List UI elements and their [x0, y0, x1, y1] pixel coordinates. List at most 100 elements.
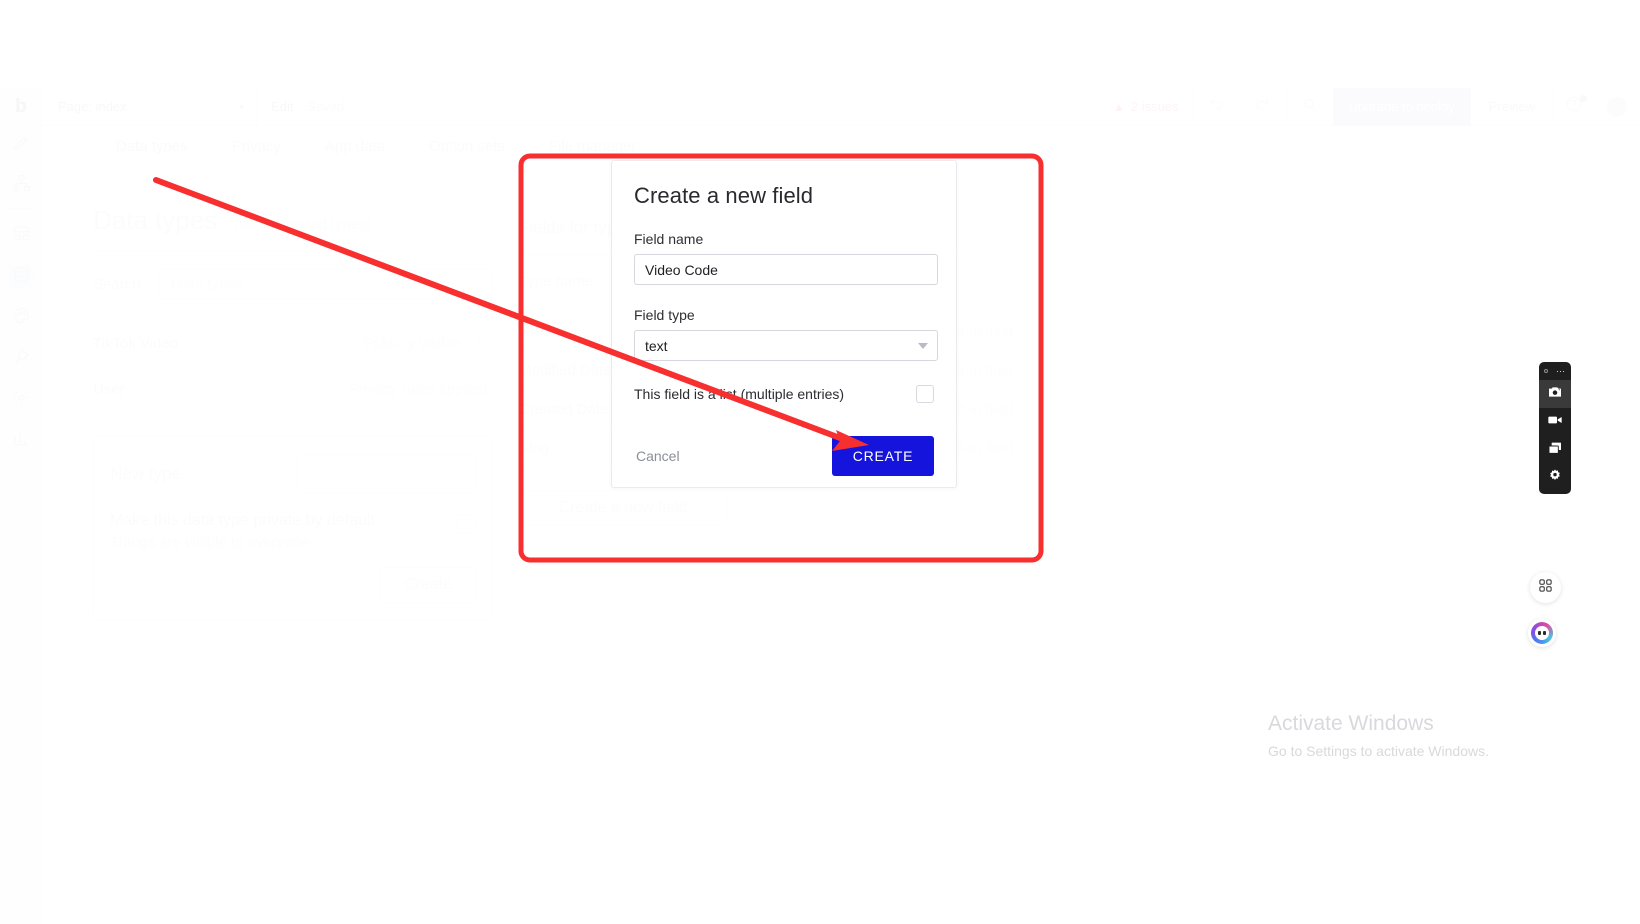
page-selector[interactable]: Page: index ▼ [42, 87, 257, 126]
watermark-subtitle: Go to Settings to activate Windows. [1268, 743, 1489, 759]
video-camera-icon [1547, 412, 1563, 433]
chevron-down-icon [918, 342, 928, 349]
create-a-new-field-button[interactable]: Create a new field [519, 490, 727, 526]
warning-triangle-icon: ▲ [1112, 99, 1125, 114]
sidebar-item-settings[interactable] [9, 388, 33, 412]
backend-workflow-icon [12, 224, 31, 248]
watermark-title: Activate Windows [1268, 712, 1434, 735]
plug-icon [12, 347, 31, 371]
new-type-label: New type [110, 464, 181, 483]
bar-chart-icon [12, 429, 31, 453]
assistant-face [1535, 626, 1549, 640]
data-types-header: Data types (show deleted types) [93, 205, 493, 236]
is-list-checkbox[interactable] [916, 385, 934, 403]
database-icon [12, 265, 31, 289]
top-toolbar: Page: index ▼ Edit Saved ▲ 2 issues Upgr… [42, 87, 1640, 126]
tab-file-manager[interactable]: File manager [527, 138, 659, 155]
field-type-label: Field type [634, 307, 695, 323]
cancel-button[interactable]: Cancel [634, 448, 680, 464]
field-type-value: text [645, 337, 668, 354]
data-type-row-right: Publicly visible [363, 334, 487, 353]
capture-window-button[interactable] [1539, 436, 1571, 464]
screenshot-tool-header[interactable]: ⋯ [1539, 362, 1571, 380]
modal-actions: Cancel CREATE [634, 436, 934, 476]
create-type-row: Create [110, 567, 476, 603]
field-name: Slug [519, 439, 550, 457]
field-name-input[interactable]: Video Code [634, 254, 938, 285]
camera-icon [1547, 384, 1563, 405]
sidebar-item-design[interactable] [9, 133, 33, 157]
data-type-status: Privacy rules applied [348, 381, 487, 398]
sidebar-item-logs[interactable] [9, 429, 33, 453]
new-data-type-box: New type Make this data type private by … [93, 435, 493, 620]
new-type-row: New type [110, 454, 476, 494]
undo-button[interactable] [1194, 88, 1240, 126]
field-name: Modified Date [519, 361, 612, 379]
chevron-down-icon: ▼ [237, 101, 246, 112]
preview-button[interactable]: Preview [1471, 99, 1553, 114]
data-types-panel: Data types (show deleted types) Search D… [93, 205, 493, 620]
table-row[interactable]: TikTok Video Publicly visible [93, 323, 493, 365]
help-button[interactable] [1554, 88, 1594, 126]
tab-privacy[interactable]: Privacy [210, 138, 303, 155]
apps-grid-button[interactable] [1530, 572, 1561, 603]
private-by-default-checkbox[interactable] [456, 514, 476, 534]
sidebar-item-backend[interactable] [9, 224, 33, 248]
data-types-search-row: Search Data types [93, 269, 493, 299]
record-video-button[interactable] [1539, 408, 1571, 436]
tab-data-types[interactable]: Data types [94, 138, 210, 155]
assistant-button[interactable] [1528, 619, 1556, 647]
edit-mode-tab[interactable]: Edit [257, 99, 307, 114]
tab-option-sets[interactable]: Option sets [407, 138, 527, 155]
sidebar-item-plugins[interactable] [9, 347, 33, 371]
private-by-default-row: Make this data type private by default T… [110, 512, 476, 551]
rail-divider [8, 208, 34, 209]
user-avatar[interactable] [1594, 88, 1640, 126]
field-name-label: Field name [634, 231, 704, 247]
show-deleted-types-link[interactable]: (show deleted types) [233, 216, 371, 233]
data-type-status: Publicly visible [363, 335, 461, 352]
issues-indicator[interactable]: ▲ 2 issues [1113, 99, 1193, 114]
is-list-label: This field is a list (multiple entries) [634, 386, 845, 402]
private-by-default-sublabel: Things are visible to everyone [110, 534, 310, 551]
divider [93, 250, 493, 251]
create-a-new-field-modal: Create a new field Field name Video Code… [611, 160, 957, 488]
sidebar-item-data[interactable] [9, 265, 33, 289]
screenshot-settings-button[interactable] [1539, 464, 1571, 492]
left-sidebar-rail: b [0, 88, 42, 924]
bubble-logo[interactable]: b [0, 88, 42, 126]
undo-icon [1208, 96, 1225, 118]
create-button[interactable]: CREATE [832, 436, 934, 476]
window-capture-icon [1547, 440, 1563, 461]
sidebar-item-styles[interactable] [9, 306, 33, 330]
page-selector-label: Page: index [58, 99, 127, 114]
screenshot-tool-widget: ⋯ [1539, 362, 1571, 494]
tab-app-data[interactable]: App data [303, 138, 407, 155]
private-by-default-label: Make this data type private by default [110, 512, 376, 529]
table-row[interactable]: User Privacy rules applied [93, 369, 493, 411]
trash-icon[interactable] [473, 334, 487, 353]
assistant-avatar-icon [1531, 622, 1553, 644]
data-type-name: User [93, 381, 125, 398]
new-type-input[interactable] [296, 454, 476, 494]
notification-badge [1580, 94, 1587, 102]
sitemap-icon [12, 174, 31, 198]
field-name: Created Date [519, 400, 609, 418]
record-dot-icon [1544, 369, 1548, 373]
capture-screenshot-button[interactable] [1539, 380, 1571, 408]
sidebar-item-workflow[interactable] [9, 174, 33, 198]
field-type-select[interactable]: text [634, 330, 938, 361]
search-button[interactable] [1287, 88, 1333, 126]
windows-activation-watermark: Activate Windows Go to Settings to activ… [1268, 712, 1628, 759]
create-data-type-button[interactable]: Create [380, 567, 476, 603]
pencil-icon [12, 133, 31, 157]
more-dots-icon[interactable]: ⋯ [1556, 366, 1566, 376]
search-input[interactable]: Data types [158, 269, 493, 299]
search-icon [1301, 96, 1318, 118]
gear-icon [12, 388, 31, 412]
redo-button[interactable] [1240, 88, 1286, 126]
apps-grid-icon [1538, 578, 1553, 598]
avatar-image [1607, 96, 1627, 117]
upgrade-to-deploy-button[interactable]: Upgrade to deploy [1332, 87, 1471, 126]
data-type-row-right: Privacy rules applied [349, 381, 487, 398]
